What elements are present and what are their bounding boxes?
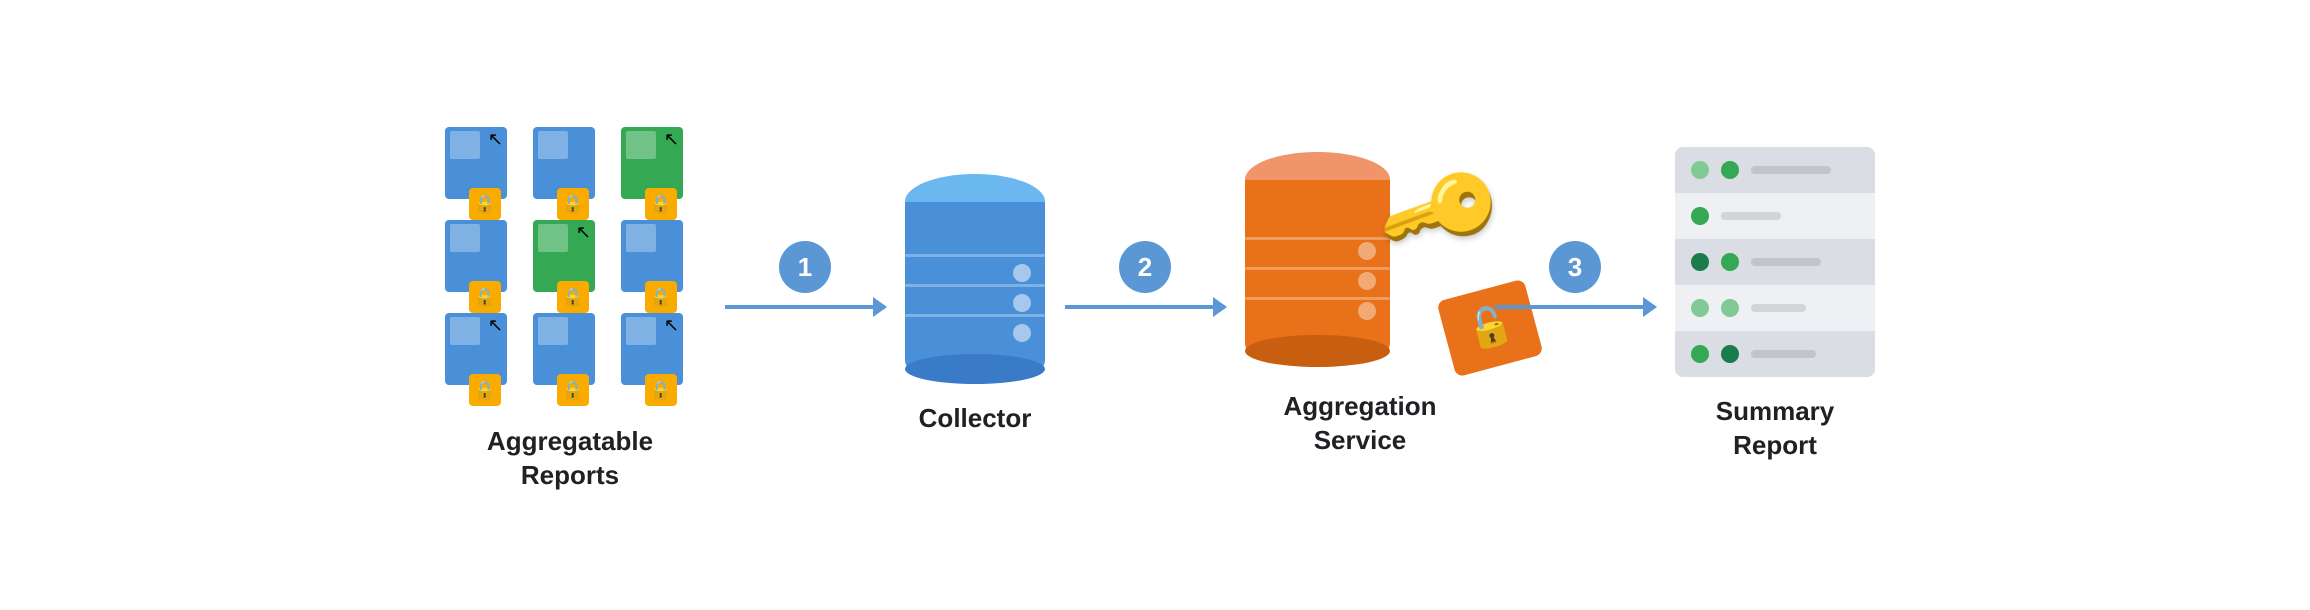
reports-grid-icon: ↖ 🔒 🔒 ↖ 🔒 🔒 ↖ [435, 117, 705, 407]
dot-mid-green [1691, 345, 1709, 363]
dot-line [1751, 304, 1806, 312]
step-2-arrow: 2 [1045, 241, 1245, 309]
db-body [905, 202, 1045, 372]
lock-badge: 🔒 [645, 188, 677, 220]
db-cylinder-blue [905, 174, 1045, 384]
dot-line [1751, 258, 1821, 266]
dot-dark-green [1691, 253, 1709, 271]
report-item: ↖ 🔒 [621, 313, 701, 398]
dot-dark-green [1721, 345, 1739, 363]
cursor-icon: ↖ [576, 222, 591, 243]
cursor-icon: ↖ [488, 129, 503, 150]
summary-row [1675, 193, 1875, 239]
report-item: ↖ 🔒 [445, 127, 525, 212]
report-item: 🔒 [445, 220, 525, 305]
lock-badge: 🔒 [557, 281, 589, 313]
lock-badge: 🔒 [645, 374, 677, 406]
report-item: ↖ 🔒 [445, 313, 525, 398]
summary-table-icon [1675, 147, 1875, 377]
lock-badge: 🔒 [469, 188, 501, 220]
node-aggregation-service: 🔑 🔓 Aggregation Service [1245, 152, 1475, 458]
node-label-summary-report: Summary Report [1716, 395, 1835, 463]
summary-row [1675, 147, 1875, 193]
node-label-aggregatable-reports: Aggregatable Reports [487, 425, 653, 493]
summary-row [1675, 331, 1875, 377]
report-item: ↖ 🔒 [621, 127, 701, 212]
arrow-line-2 [1065, 305, 1225, 309]
lock-badge: 🔒 [557, 374, 589, 406]
node-collector: Collector [905, 174, 1045, 436]
summary-row [1675, 239, 1875, 285]
cursor-icon: ↖ [664, 129, 679, 150]
step-1-arrow: 1 [705, 241, 905, 309]
lock-badge: 🔒 [469, 281, 501, 313]
node-aggregatable-reports: ↖ 🔒 🔒 ↖ 🔒 🔒 ↖ [435, 117, 705, 493]
dot-light-green [1691, 161, 1709, 179]
dot-line [1751, 166, 1831, 174]
node-summary-report: Summary Report [1675, 147, 1875, 463]
node-label-aggregation-service: Aggregation Service [1283, 390, 1436, 458]
collector-icon [905, 174, 1045, 384]
dot-line [1721, 212, 1781, 220]
cursor-icon: ↖ [488, 315, 503, 336]
db-cylinder-orange [1245, 152, 1390, 367]
lock-badge: 🔒 [645, 281, 677, 313]
node-label-collector: Collector [919, 402, 1032, 436]
dot-light-green [1691, 299, 1709, 317]
step-badge-2: 2 [1119, 241, 1171, 293]
aggregation-service-icon: 🔑 🔓 [1245, 152, 1475, 372]
cursor-icon: ↖ [664, 315, 679, 336]
dot-line [1751, 350, 1816, 358]
architecture-diagram: ↖ 🔒 🔒 ↖ 🔒 🔒 ↖ [0, 97, 2310, 513]
dot-light-green [1721, 299, 1739, 317]
report-item: 🔒 [533, 313, 613, 398]
report-item: 🔒 [533, 127, 613, 212]
report-item: 🔒 [621, 220, 701, 305]
arrow-line-1 [725, 305, 885, 309]
step-badge-3: 3 [1549, 241, 1601, 293]
summary-row [1675, 285, 1875, 331]
report-item: ↖ 🔒 [533, 220, 613, 305]
step-badge-1: 1 [779, 241, 831, 293]
arrow-line-3 [1495, 305, 1655, 309]
step-3-arrow: 3 [1475, 241, 1675, 309]
lock-badge: 🔒 [557, 188, 589, 220]
dot-mid-green [1721, 253, 1739, 271]
lock-badge: 🔒 [469, 374, 501, 406]
dot-mid-green [1721, 161, 1739, 179]
dot-mid-green [1691, 207, 1709, 225]
